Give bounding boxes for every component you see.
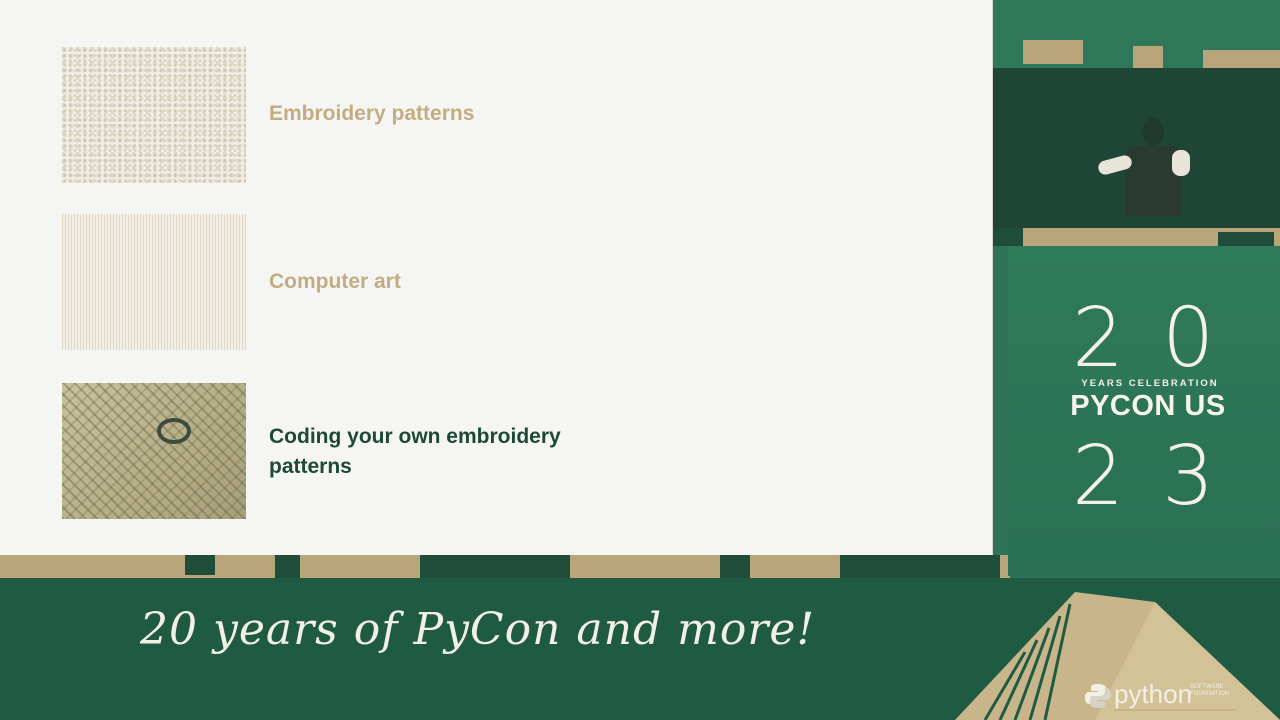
decorative-band [0,555,1010,580]
pattern-shape [1203,50,1280,68]
speaker-arm [1172,150,1190,176]
top-right-pattern [993,0,1280,68]
years-celebration: YEARS CELEBRATION [1081,378,1219,389]
pattern-shape [993,228,1023,246]
year-bottom: 23 [1072,429,1253,524]
event-name: PYCON US [1070,390,1226,422]
python-wordmark: python [1114,679,1193,709]
psf-label: SOFTWARE FOUNDATION [1190,684,1230,697]
wordmark-underline [1114,709,1236,711]
pattern-shape [1133,46,1163,68]
computer-art-image [62,214,246,350]
pattern-shape [840,555,1000,580]
embroidery-hoop-photo [62,383,246,519]
pattern-shape [185,555,215,575]
speaker-figure [1096,118,1190,218]
embroidery-pattern-image [62,47,246,183]
slide: Embroidery patterns Computer art Coding … [0,0,993,556]
item-label-coding-patterns: Coding your own embroidery patterns [269,425,561,478]
pattern-shape [1218,232,1274,246]
pattern-shape [1023,40,1083,64]
pattern-shape [420,555,570,580]
speaker-head [1142,118,1164,146]
pattern-shape [720,555,750,580]
item-label-embroidery-patterns: Embroidery patterns [269,102,475,125]
pattern-shape [275,555,300,580]
hoop-icon [157,418,191,444]
tagline: 20 years of PyCon and more! [140,604,816,655]
python-logo-icon [1085,684,1111,708]
item-label-computer-art: Computer art [269,270,401,293]
decorative-strip [993,228,1280,246]
presentation-stage: Embroidery patterns Computer art Coding … [0,0,1280,720]
year-top: 20 [1072,291,1253,386]
